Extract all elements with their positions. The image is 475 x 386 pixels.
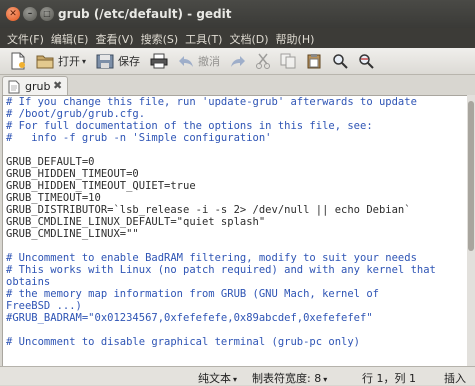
close-window-button[interactable] bbox=[6, 7, 20, 21]
menu-documents[interactable]: 文档(D) bbox=[222, 28, 268, 48]
paste-icon bbox=[306, 53, 322, 69]
vertical-scrollbar[interactable] bbox=[467, 95, 475, 367]
menu-file[interactable]: 文件(F) bbox=[0, 28, 44, 48]
redo-icon bbox=[230, 54, 246, 68]
window-title: grub (/etc/default) - gedit bbox=[58, 7, 232, 21]
window-controls bbox=[6, 7, 54, 21]
editor-line: FreeBSD ...) bbox=[6, 300, 82, 312]
close-tab-icon[interactable]: ✖ bbox=[53, 79, 62, 92]
search-icon bbox=[332, 53, 348, 69]
editor-line: # If you change this file, run 'update-g… bbox=[6, 96, 417, 108]
copy-button[interactable] bbox=[280, 53, 296, 69]
new-document-icon bbox=[10, 52, 26, 70]
search-button[interactable] bbox=[332, 53, 348, 69]
minimize-window-button[interactable] bbox=[23, 7, 37, 21]
replace-icon bbox=[358, 53, 374, 69]
open-folder-icon bbox=[36, 53, 54, 69]
editor-line: # /boot/grub/grub.cfg. bbox=[6, 108, 146, 120]
editor-line: # For full documentation of the options … bbox=[6, 120, 373, 132]
open-button[interactable]: 打开 ▾ bbox=[36, 53, 86, 69]
editor-line: # the memory map information from GRUB (… bbox=[6, 288, 379, 300]
editor-line: GRUB_CMDLINE_LINUX="" bbox=[6, 228, 139, 240]
tab-width-dropdown-arrow-icon: ▾ bbox=[323, 375, 328, 384]
status-bar: 纯文本 ▾ 制表符宽度: 8 ▾ 行 1，列 1 插入 bbox=[0, 366, 475, 385]
tab-grub[interactable]: grub ✖ bbox=[2, 76, 68, 96]
print-button[interactable] bbox=[150, 53, 168, 69]
editor-line: GRUB_DEFAULT=0 bbox=[6, 156, 95, 168]
new-document-button[interactable] bbox=[10, 52, 26, 70]
editor-line: # Uncomment to disable graphical termina… bbox=[6, 336, 361, 348]
toolbar: 打开 ▾ 保存 撤消 bbox=[0, 48, 475, 75]
open-label: 打开 bbox=[58, 55, 80, 68]
menu-search[interactable]: 搜索(S) bbox=[134, 28, 179, 48]
undo-icon bbox=[178, 54, 194, 68]
save-icon bbox=[96, 53, 114, 69]
menu-help[interactable]: 帮助(H) bbox=[269, 28, 315, 48]
save-button[interactable]: 保存 bbox=[96, 53, 140, 69]
copy-icon bbox=[280, 53, 296, 69]
text-editor[interactable]: # If you change this file, run 'update-g… bbox=[2, 95, 469, 367]
redo-button[interactable] bbox=[230, 54, 246, 68]
scrollbar-thumb[interactable] bbox=[468, 101, 474, 251]
undo-button[interactable]: 撤消 bbox=[178, 53, 220, 69]
editor-line: GRUB_TIMEOUT=10 bbox=[6, 192, 101, 204]
menu-edit[interactable]: 编辑(E) bbox=[44, 28, 89, 48]
undo-label: 撤消 bbox=[198, 55, 221, 68]
cut-icon bbox=[256, 53, 271, 69]
print-icon bbox=[150, 53, 168, 69]
paste-button[interactable] bbox=[306, 53, 322, 69]
editor-line: GRUB_DISTRIBUTOR=`lsb_release -i -s 2> /… bbox=[6, 204, 411, 216]
menu-view[interactable]: 查看(V) bbox=[88, 28, 133, 48]
replace-button[interactable] bbox=[358, 53, 374, 69]
editor-line: #GRUB_BADRAM="0x01234567,0xfefefefe,0x89… bbox=[6, 312, 373, 324]
editor-line: # This works with Linux (no patch requir… bbox=[6, 264, 436, 276]
title-bar: grub (/etc/default) - gedit bbox=[0, 0, 475, 28]
editor-line: GRUB_HIDDEN_TIMEOUT_QUIET=true bbox=[6, 180, 196, 192]
tab-label: grub bbox=[25, 80, 51, 93]
document-tab-strip: grub ✖ bbox=[0, 75, 475, 96]
editor-line: # Uncomment to enable BadRAM filtering, … bbox=[6, 252, 417, 264]
language-dropdown-arrow-icon: ▾ bbox=[233, 375, 238, 384]
menu-bar: 文件(F) 编辑(E) 查看(V) 搜索(S) 工具(T) 文档(D) 帮助(H… bbox=[0, 28, 475, 48]
cut-button[interactable] bbox=[256, 53, 271, 69]
editor-line: obtains bbox=[6, 276, 51, 288]
save-label: 保存 bbox=[118, 55, 141, 68]
maximize-window-button[interactable] bbox=[40, 7, 54, 21]
editor-line: GRUB_HIDDEN_TIMEOUT=0 bbox=[6, 168, 139, 180]
menu-tools[interactable]: 工具(T) bbox=[178, 28, 222, 48]
editor-line: GRUB_CMDLINE_LINUX_DEFAULT="quiet splash… bbox=[6, 216, 266, 228]
open-dropdown-arrow-icon[interactable]: ▾ bbox=[82, 57, 86, 66]
editor-line: # info -f grub -n 'Simple configuration' bbox=[6, 132, 272, 144]
